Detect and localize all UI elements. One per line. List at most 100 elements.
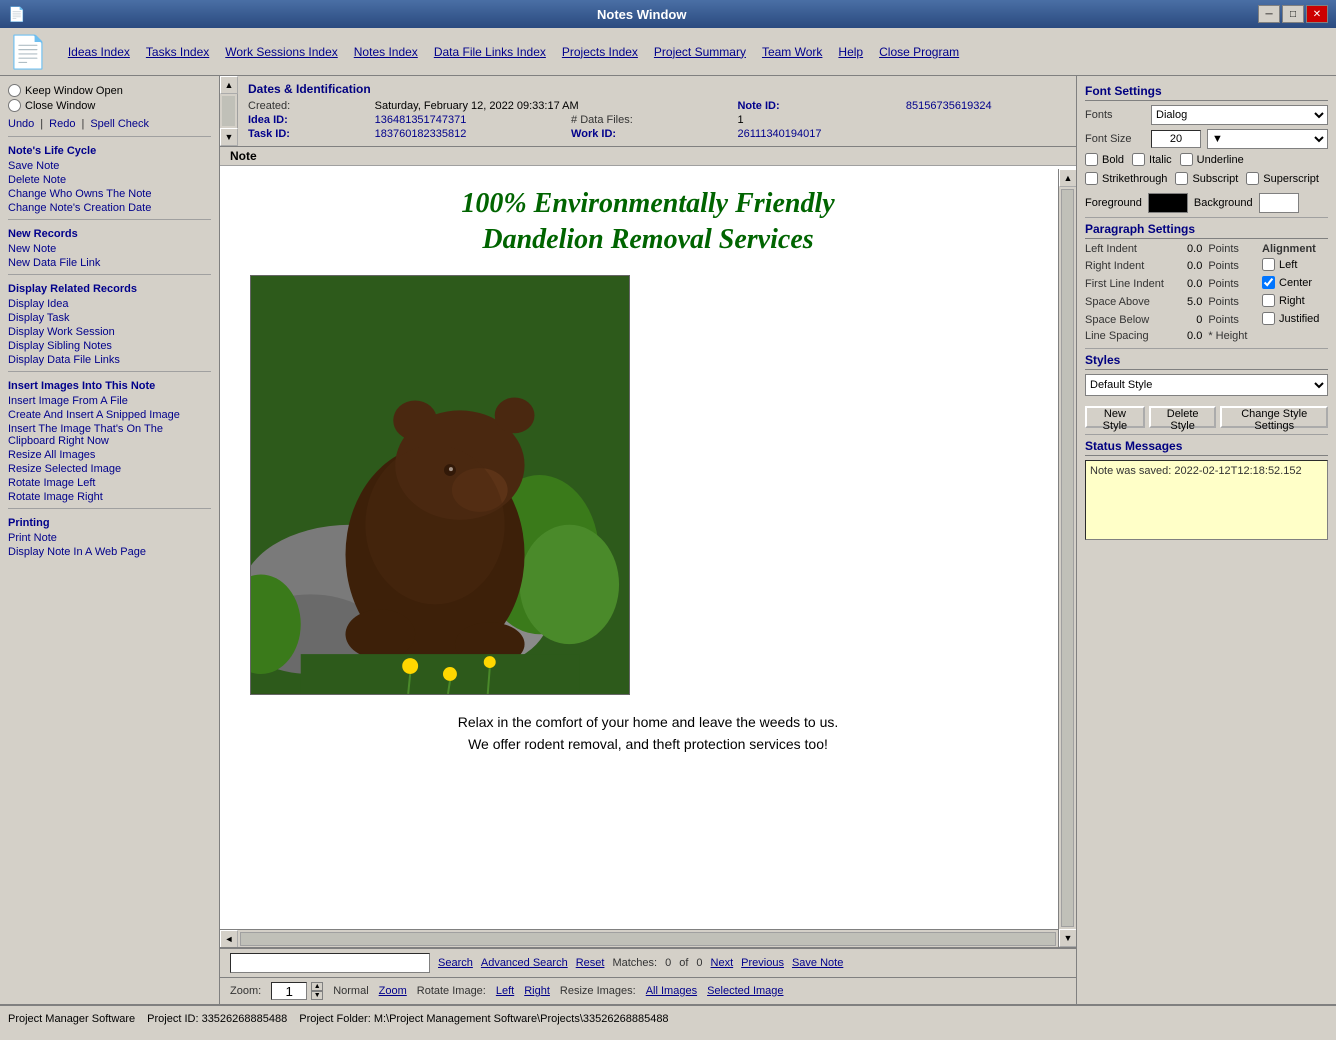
undo-button[interactable]: Undo [8, 118, 34, 130]
left-scrollbar: ▲ ▼ [220, 76, 238, 146]
selected-image-link[interactable]: Selected Image [707, 985, 783, 997]
all-images-link[interactable]: All Images [646, 985, 697, 997]
strikethrough-checkbox-row: Strikethrough [1085, 172, 1167, 185]
menu-projects-index[interactable]: Projects Index [558, 43, 642, 61]
app-icon: 📄 [8, 33, 48, 71]
delete-style-button[interactable]: Delete Style [1149, 406, 1217, 428]
new-data-file-link-link[interactable]: New Data File Link [8, 256, 211, 270]
new-note-link[interactable]: New Note [8, 242, 211, 256]
change-owner-link[interactable]: Change Who Owns The Note [8, 187, 211, 201]
dates-grid: Created: Saturday, February 12, 2022 09:… [248, 100, 1066, 140]
background-color-box[interactable] [1259, 193, 1299, 213]
change-creation-date-link[interactable]: Change Note's Creation Date [8, 201, 211, 215]
resize-all-images-link[interactable]: Resize All Images [8, 448, 211, 462]
menu-notes-index[interactable]: Notes Index [350, 43, 422, 61]
status-message-text: Note was saved: 2022-02-12T12:18:52.152 [1090, 465, 1302, 477]
search-link[interactable]: Search [438, 957, 473, 969]
display-note-web-link[interactable]: Display Note In A Web Page [8, 545, 211, 559]
rotate-left-link[interactable]: Left [496, 985, 514, 997]
normal-label: Normal [333, 985, 368, 997]
strikethrough-checkbox[interactable] [1085, 172, 1098, 185]
menu-close-program[interactable]: Close Program [875, 43, 963, 61]
space-below-points: Points [1208, 314, 1256, 326]
scroll-left[interactable]: ◄ [220, 930, 238, 948]
menu-ideas-index[interactable]: Ideas Index [64, 43, 134, 61]
zoom-down-arrow[interactable]: ▼ [311, 991, 323, 1000]
right-align-checkbox[interactable] [1262, 294, 1275, 307]
rotate-image-right-link[interactable]: Rotate Image Right [8, 490, 211, 504]
print-note-link[interactable]: Print Note [8, 531, 211, 545]
center-align-row: Center [1262, 276, 1328, 289]
next-link[interactable]: Next [711, 957, 734, 969]
menu-team-work[interactable]: Team Work [758, 43, 826, 61]
font-style-row: Bold Italic Underline [1085, 153, 1328, 168]
italic-checkbox[interactable] [1132, 153, 1145, 166]
notes-life-cycle-title: Note's Life Cycle [8, 145, 211, 157]
menu-project-summary[interactable]: Project Summary [650, 43, 750, 61]
keep-window-label: Keep Window Open [25, 85, 123, 97]
note-text-area[interactable]: 100% Environmentally Friendly Dandelion … [220, 166, 1076, 929]
work-id-label: Work ID: [571, 128, 727, 140]
insert-clipboard-image-link[interactable]: Insert The Image That's On The Clipboard… [8, 422, 211, 448]
maximize-button[interactable]: □ [1282, 5, 1304, 23]
styles-title: Styles [1085, 353, 1328, 370]
change-style-settings-button[interactable]: Change Style Settings [1220, 406, 1328, 428]
zoom-up-arrow[interactable]: ▲ [311, 982, 323, 991]
project-id-label: Project ID: 33526268885488 [147, 1013, 287, 1025]
subscript-checkbox[interactable] [1175, 172, 1188, 185]
scroll-up-arrow[interactable]: ▲ [220, 76, 238, 94]
scroll-thumb-vert[interactable] [1061, 189, 1074, 927]
scroll-down-arrow[interactable]: ▼ [220, 128, 238, 146]
rotate-image-label: Rotate Image: [417, 985, 486, 997]
menu-data-file-links-index[interactable]: Data File Links Index [430, 43, 550, 61]
bold-checkbox[interactable] [1085, 153, 1098, 166]
display-work-session-link[interactable]: Display Work Session [8, 325, 211, 339]
minimize-button[interactable]: ─ [1258, 5, 1280, 23]
previous-link[interactable]: Previous [741, 957, 784, 969]
close-window-radio[interactable] [8, 99, 21, 112]
display-sibling-notes-link[interactable]: Display Sibling Notes [8, 339, 211, 353]
idea-id-label: Idea ID: [248, 114, 365, 126]
reset-link[interactable]: Reset [576, 957, 605, 969]
rotate-right-link[interactable]: Right [524, 985, 550, 997]
keep-window-radio[interactable] [8, 84, 21, 97]
scroll-up[interactable]: ▲ [1059, 169, 1076, 187]
menu-work-sessions-index[interactable]: Work Sessions Index [221, 43, 342, 61]
foreground-color-box[interactable] [1148, 193, 1188, 213]
scroll-thumb-horiz[interactable] [240, 932, 1056, 946]
font-size-input[interactable] [1151, 130, 1201, 148]
search-input[interactable] [230, 953, 430, 973]
underline-label: Underline [1197, 154, 1244, 166]
display-data-file-links-link[interactable]: Display Data File Links [8, 353, 211, 367]
redo-button[interactable]: Redo [49, 118, 75, 130]
advanced-search-link[interactable]: Advanced Search [481, 957, 568, 969]
main-layout: Keep Window Open Close Window Undo | Red… [0, 76, 1336, 1004]
display-task-link[interactable]: Display Task [8, 311, 211, 325]
menu-tasks-index[interactable]: Tasks Index [142, 43, 213, 61]
spell-check-button[interactable]: Spell Check [90, 118, 149, 130]
zoom-input[interactable] [271, 982, 307, 1000]
idea-id-value: 136481351747371 [375, 114, 561, 126]
insert-image-from-file-link[interactable]: Insert Image From A File [8, 394, 211, 408]
delete-note-link[interactable]: Delete Note [8, 173, 211, 187]
new-style-button[interactable]: New Style [1085, 406, 1145, 428]
left-align-checkbox[interactable] [1262, 258, 1275, 271]
alignment-label: Alignment [1262, 243, 1328, 255]
save-note-link[interactable]: Save Note [8, 159, 211, 173]
zoom-link[interactable]: Zoom [379, 985, 407, 997]
superscript-checkbox[interactable] [1246, 172, 1259, 185]
underline-checkbox[interactable] [1180, 153, 1193, 166]
rotate-image-left-link[interactable]: Rotate Image Left [8, 476, 211, 490]
right-align-row: Right [1262, 294, 1328, 307]
styles-select[interactable]: Default Style [1085, 374, 1328, 396]
display-idea-link[interactable]: Display Idea [8, 297, 211, 311]
menu-help[interactable]: Help [834, 43, 867, 61]
font-size-select[interactable]: ▼ [1207, 129, 1328, 149]
create-snipped-image-link[interactable]: Create And Insert A Snipped Image [8, 408, 211, 422]
center-align-checkbox[interactable] [1262, 276, 1275, 289]
resize-selected-image-link[interactable]: Resize Selected Image [8, 462, 211, 476]
font-select[interactable]: Dialog [1151, 105, 1328, 125]
close-window-button[interactable]: ✕ [1306, 5, 1328, 23]
justified-checkbox[interactable] [1262, 312, 1275, 325]
save-note-search-link[interactable]: Save Note [792, 957, 843, 969]
